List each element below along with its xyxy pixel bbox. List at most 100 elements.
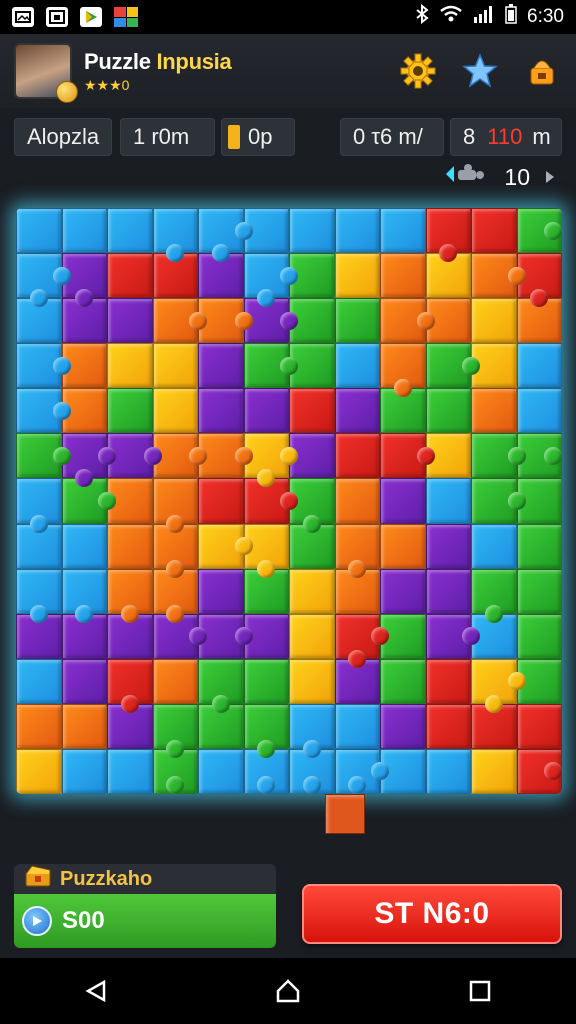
hint-piece-icon[interactable] bbox=[444, 162, 490, 192]
piece-knob bbox=[348, 649, 367, 668]
panel-value: S00 bbox=[62, 907, 105, 934]
piece-knob bbox=[544, 446, 562, 465]
play-store-icon bbox=[80, 7, 102, 27]
piece-knob bbox=[280, 266, 298, 285]
title-word-2: Inpusia bbox=[156, 48, 232, 74]
piece-knob bbox=[507, 266, 526, 285]
piece-counter: 10 bbox=[444, 162, 556, 192]
piece-knob bbox=[507, 492, 526, 510]
reward-panel[interactable]: Puzzkaho S00 bbox=[14, 864, 276, 948]
start-button[interactable]: ST N6:0 bbox=[302, 884, 562, 944]
piece-knob bbox=[371, 762, 389, 781]
piece-knob bbox=[280, 492, 298, 510]
game-title: Puzzle Inpusia bbox=[84, 48, 232, 75]
time-label: 1 r0m bbox=[120, 118, 215, 156]
piece-knob bbox=[189, 311, 207, 330]
piece-knob bbox=[52, 266, 71, 285]
piece-knob bbox=[29, 514, 48, 533]
piece-knob bbox=[462, 356, 480, 375]
piece-knob bbox=[234, 311, 253, 330]
play-icon[interactable] bbox=[22, 906, 52, 936]
piece-knob bbox=[75, 604, 94, 623]
star-icon[interactable] bbox=[460, 51, 500, 91]
panel-progress-bar[interactable]: S00 bbox=[14, 894, 276, 948]
piece-knob bbox=[462, 627, 480, 646]
signal-icon bbox=[473, 5, 495, 29]
piece-knob bbox=[416, 311, 435, 330]
shop-icon[interactable] bbox=[522, 51, 562, 91]
pause-display[interactable]: 0p bbox=[221, 118, 295, 156]
piece-knob bbox=[507, 672, 526, 691]
piece-knob bbox=[257, 289, 276, 308]
player-avatar[interactable] bbox=[14, 43, 78, 103]
title-word-1: Puzzle bbox=[84, 48, 151, 74]
coin-icon bbox=[56, 81, 78, 103]
piece-knob bbox=[29, 289, 48, 308]
piece-knob bbox=[302, 514, 321, 533]
piece-knob bbox=[52, 356, 71, 375]
piece-knob bbox=[75, 289, 94, 308]
bluetooth-icon bbox=[415, 3, 429, 30]
piece-knob bbox=[280, 311, 298, 330]
piece-knob bbox=[166, 244, 185, 263]
piece-knob bbox=[189, 446, 207, 465]
panel-title: Puzzkaho bbox=[60, 867, 153, 890]
next-arrow-icon[interactable] bbox=[544, 164, 556, 191]
piece-knob bbox=[544, 221, 562, 240]
score-display: 0 τ6 m/ bbox=[340, 118, 444, 156]
piece-knob bbox=[234, 221, 253, 240]
wifi-icon bbox=[439, 5, 463, 29]
recent-apps-icon[interactable] bbox=[460, 971, 500, 1011]
piece-knob bbox=[166, 514, 185, 533]
pause-icon bbox=[228, 125, 240, 149]
navigation-bar bbox=[0, 958, 576, 1024]
player-rating: ★★★0 bbox=[84, 76, 130, 93]
piece-knob bbox=[302, 739, 321, 758]
piece-knob bbox=[52, 446, 71, 465]
puzzle-board[interactable] bbox=[16, 208, 562, 794]
home-icon[interactable] bbox=[268, 971, 308, 1011]
piece-knob bbox=[166, 604, 185, 623]
game-header: Puzzle Inpusia ★★★0 bbox=[0, 34, 576, 108]
piece-knob bbox=[98, 446, 116, 465]
piece-knob bbox=[439, 244, 458, 263]
back-icon[interactable] bbox=[76, 971, 116, 1011]
piece-knob bbox=[393, 379, 412, 398]
counter-value: 10 bbox=[504, 163, 530, 190]
settings-gear-icon[interactable] bbox=[398, 51, 438, 91]
piece-knob bbox=[166, 559, 185, 578]
color-app-icon bbox=[114, 7, 138, 27]
status-bar: 6:30 bbox=[0, 0, 576, 34]
piece-knob bbox=[507, 446, 526, 465]
piece-knob bbox=[234, 537, 253, 556]
piece-knob bbox=[257, 776, 276, 794]
piece-knob bbox=[189, 627, 207, 646]
clock: 6:30 bbox=[527, 6, 564, 27]
photo-icon bbox=[46, 7, 68, 27]
loose-puzzle-piece[interactable] bbox=[325, 794, 365, 834]
piece-knob bbox=[302, 776, 321, 794]
piece-knob bbox=[371, 627, 389, 646]
piece-knob bbox=[29, 604, 48, 623]
piece-knob bbox=[348, 559, 367, 578]
piece-knob bbox=[120, 604, 139, 623]
piece-knob bbox=[234, 446, 253, 465]
moves-prefix: 8 bbox=[463, 124, 476, 149]
piece-knob bbox=[234, 627, 253, 646]
piece-knob bbox=[120, 694, 139, 713]
piece-knob bbox=[280, 446, 298, 465]
piece-knob bbox=[280, 356, 298, 375]
pause-value: 0p bbox=[248, 124, 273, 149]
piece-knob bbox=[166, 776, 185, 794]
gallery-icon bbox=[12, 7, 34, 27]
piece-knob bbox=[211, 244, 230, 263]
piece-knob bbox=[75, 469, 94, 488]
piece-knob bbox=[166, 739, 185, 758]
piece-knobs bbox=[16, 208, 562, 794]
moves-suffix: m bbox=[532, 124, 551, 149]
mode-label[interactable]: Alopzla bbox=[14, 118, 112, 156]
moves-display: 8 110 m bbox=[450, 118, 562, 156]
moves-red-value: 110 bbox=[487, 124, 523, 149]
piece-knob bbox=[484, 694, 503, 713]
piece-knob bbox=[257, 559, 276, 578]
